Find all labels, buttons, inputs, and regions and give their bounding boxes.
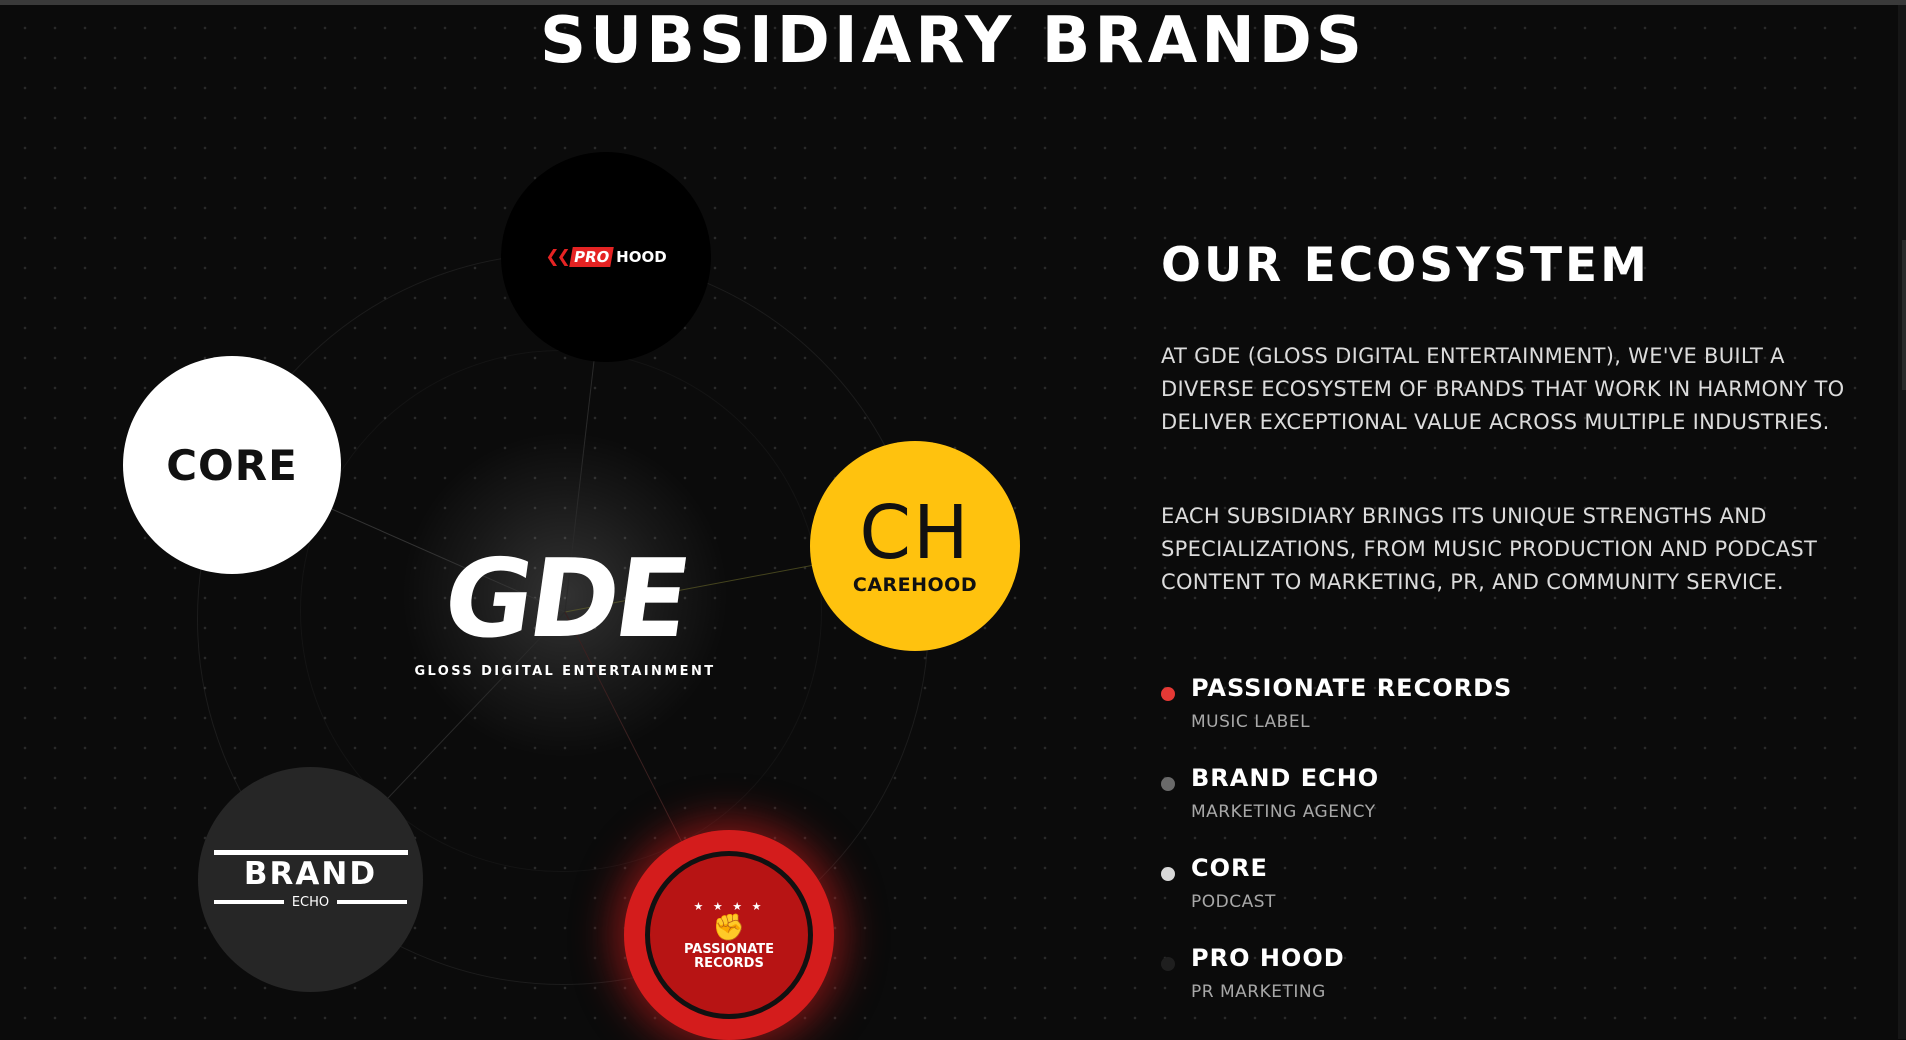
- brand-dot: [1161, 687, 1175, 701]
- brand-name: BRAND ECHO: [1191, 764, 1380, 792]
- gde-logo-mark: GDE: [436, 537, 694, 662]
- brand-type: MUSIC LABEL: [1191, 712, 1311, 732]
- core-logo: CORE: [166, 440, 298, 490]
- ecosystem-paragraph-2: EACH SUBSIDIARY BRINGS ITS UNIQUE STRENG…: [1161, 504, 1818, 594]
- chevron-left-double-icon: ❮❮: [545, 247, 570, 267]
- brand-type: MARKETING AGENCY: [1191, 802, 1376, 822]
- passionate-records-logo: ★ ★ ★ ★ ✊ PASSIONATE RECORDS: [645, 851, 813, 1019]
- brand-dot: [1161, 957, 1175, 971]
- brand-type: PODCAST: [1191, 892, 1276, 912]
- brand-echo-sub-row: ECHO: [213, 894, 408, 910]
- prohood-bubble[interactable]: ❮❮ PRO HOOD: [501, 152, 711, 362]
- gde-tagline: GLOSS DIGITAL ENTERTAINMENT: [414, 664, 716, 679]
- prohood-logo-pro: PRO: [569, 247, 614, 267]
- brand-name: PRO HOOD: [1191, 944, 1345, 972]
- brand-item-pro-hood[interactable]: PRO HOOD PR MARKETING: [1161, 940, 1661, 1020]
- prohood-logo-hood: HOOD: [616, 248, 667, 266]
- brand-item-passionate-records[interactable]: PASSIONATE RECORDS MUSIC LABEL: [1161, 670, 1661, 750]
- brand-echo-name: BRAND: [243, 855, 378, 892]
- brand-echo-bubble[interactable]: BRAND ECHO: [198, 767, 423, 992]
- passionate-records-logo-text: PASSIONATE RECORDS: [683, 941, 775, 971]
- stars-icon: ★ ★ ★ ★: [693, 899, 765, 913]
- passionate-records-bubble[interactable]: ★ ★ ★ ★ ✊ PASSIONATE RECORDS: [624, 830, 834, 1040]
- brand-echo-sub: ECHO: [291, 894, 330, 910]
- person-raised-fist-icon: ✊: [712, 912, 746, 943]
- carehood-logo-mark: CH: [859, 490, 971, 576]
- ecosystem-paragraph-1: AT GDE (GLOSS DIGITAL ENTERTAINMENT), WE…: [1161, 344, 1845, 434]
- gde-logo: GDE GLOSS DIGITAL ENTERTAINMENT: [380, 537, 750, 679]
- brand-echo-line-left: [213, 900, 284, 904]
- carehood-name: CAREHOOD: [852, 574, 978, 596]
- brand-dot: [1161, 867, 1175, 881]
- brand-name: PASSIONATE RECORDS: [1191, 674, 1513, 702]
- brand-item-core[interactable]: CORE PODCAST: [1161, 850, 1661, 930]
- brand-type: PR MARKETING: [1191, 982, 1326, 1002]
- prohood-logo: ❮❮ PRO HOOD: [545, 247, 667, 267]
- brand-echo-line-right: [337, 900, 408, 904]
- brand-item-brand-echo[interactable]: BRAND ECHO MARKETING AGENCY: [1161, 760, 1661, 840]
- brand-name: CORE: [1191, 854, 1268, 882]
- brand-dot: [1161, 777, 1175, 791]
- carehood-bubble[interactable]: CH CAREHOOD: [810, 441, 1020, 651]
- core-bubble[interactable]: CORE: [123, 356, 341, 574]
- ecosystem-title: OUR ECOSYSTEM: [1161, 238, 1650, 293]
